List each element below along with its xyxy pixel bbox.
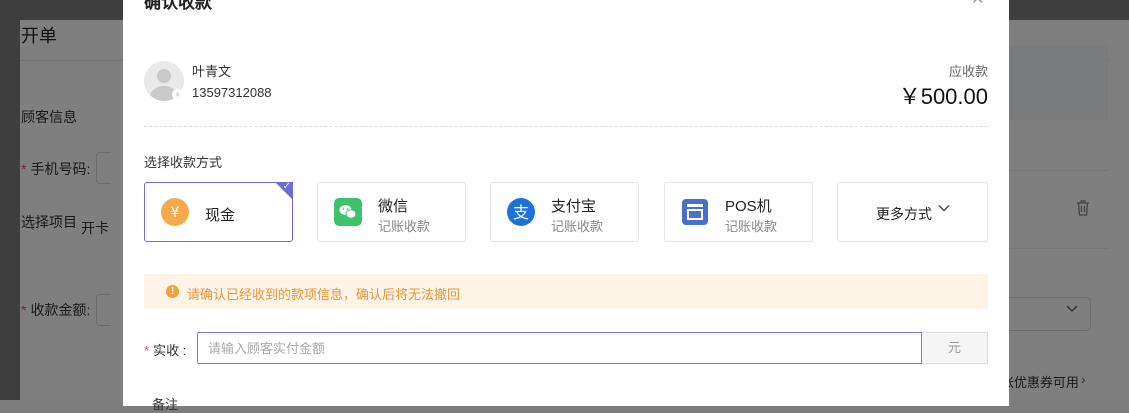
warning-notice: ! 请确认已经收到的款项信息，确认后将无法撤回 bbox=[144, 274, 988, 309]
currency-unit: 元 bbox=[922, 332, 988, 364]
payment-option-label: POS机 bbox=[725, 198, 772, 215]
chevron-down-icon bbox=[938, 201, 950, 215]
female-gender-icon: ♀ bbox=[172, 89, 183, 100]
yuan-coin-icon: ¥ bbox=[161, 198, 189, 226]
more-payment-methods-button[interactable]: 更多方式 bbox=[837, 182, 988, 242]
warning-text: 请确认已经收到的款项信息，确认后将无法撤回 bbox=[187, 287, 461, 302]
more-methods-label: 更多方式 bbox=[876, 206, 932, 222]
alipay-icon: 支 bbox=[507, 198, 535, 226]
actual-received-label: * 实收 : bbox=[144, 343, 187, 358]
payment-option-label: 微信 bbox=[378, 198, 409, 215]
payment-option-cash[interactable]: ¥ 现金 ✓ bbox=[144, 181, 293, 242]
amount-due-label: 应收款 bbox=[948, 64, 988, 79]
payment-option-label: 支付宝 bbox=[551, 198, 597, 215]
svg-text:支: 支 bbox=[513, 203, 529, 222]
modal-title: 确认收款 bbox=[144, 0, 212, 12]
payment-option-sub: 记账收款 bbox=[378, 219, 431, 234]
customer-phone: 13597312088 bbox=[192, 85, 272, 100]
remark-label: 备注 bbox=[152, 397, 179, 412]
payment-option-alipay[interactable]: 支 支付宝 记账收款 bbox=[490, 182, 639, 242]
close-icon[interactable]: ✕ bbox=[971, 0, 984, 9]
actual-received-input[interactable] bbox=[197, 332, 922, 364]
payment-option-label: 现金 bbox=[205, 207, 236, 224]
confirm-payment-modal: 确认收款 ✕ ♀ 叶青文 13597312088 应收款 ￥500.00 选择收… bbox=[123, 0, 1009, 412]
svg-text:¥: ¥ bbox=[171, 205, 180, 221]
payment-method-title: 选择收款方式 bbox=[144, 155, 223, 170]
amount-due-value: ￥500.00 bbox=[898, 84, 988, 109]
check-icon: ✓ bbox=[282, 181, 291, 192]
payment-option-sub: 记账收款 bbox=[725, 219, 778, 234]
modal-header: 确认收款 ✕ bbox=[123, 0, 1009, 24]
payment-option-sub: 记账收款 bbox=[551, 219, 604, 234]
pos-terminal-icon bbox=[681, 198, 709, 226]
warning-icon: ! bbox=[166, 285, 179, 298]
payment-option-pos[interactable]: POS机 记账收款 bbox=[664, 182, 813, 242]
wechat-icon bbox=[334, 198, 362, 226]
dashed-divider bbox=[144, 126, 988, 127]
customer-name: 叶青文 bbox=[192, 64, 232, 79]
payment-option-wechat[interactable]: 微信 记账收款 bbox=[317, 182, 466, 242]
